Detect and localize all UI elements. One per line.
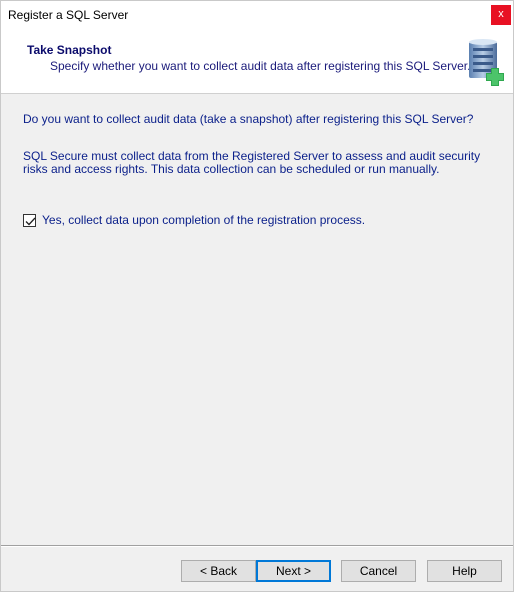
help-button[interactable]: Help: [427, 560, 502, 582]
footer-separator: [1, 545, 513, 547]
next-button[interactable]: Next >: [256, 560, 331, 582]
description-text: SQL Secure must collect data from the Re…: [23, 149, 481, 176]
page-subtitle: Specify whether you want to collect audi…: [50, 59, 471, 73]
title-bar: Register a SQL Server x: [1, 1, 513, 30]
checkmark-icon: [25, 217, 36, 225]
window-title: Register a SQL Server: [8, 8, 129, 22]
wizard-header: Take Snapshot Specify whether you want t…: [1, 30, 513, 94]
collect-data-checkbox[interactable]: [23, 213, 36, 227]
dialog-window: Register a SQL Server x Take Snapshot Sp…: [0, 0, 514, 592]
question-text: Do you want to collect audit data (take …: [23, 112, 474, 126]
close-button[interactable]: x: [491, 5, 511, 25]
back-button[interactable]: < Back: [181, 560, 256, 582]
cancel-button[interactable]: Cancel: [341, 560, 416, 582]
collect-data-checkbox-label[interactable]: Yes, collect data upon completion of the…: [42, 213, 365, 227]
content-panel: Do you want to collect audit data (take …: [1, 95, 513, 545]
server-add-icon: [465, 38, 507, 86]
page-title: Take Snapshot: [27, 43, 112, 57]
collect-data-checkbox-row[interactable]: Yes, collect data upon completion of the…: [23, 212, 365, 228]
